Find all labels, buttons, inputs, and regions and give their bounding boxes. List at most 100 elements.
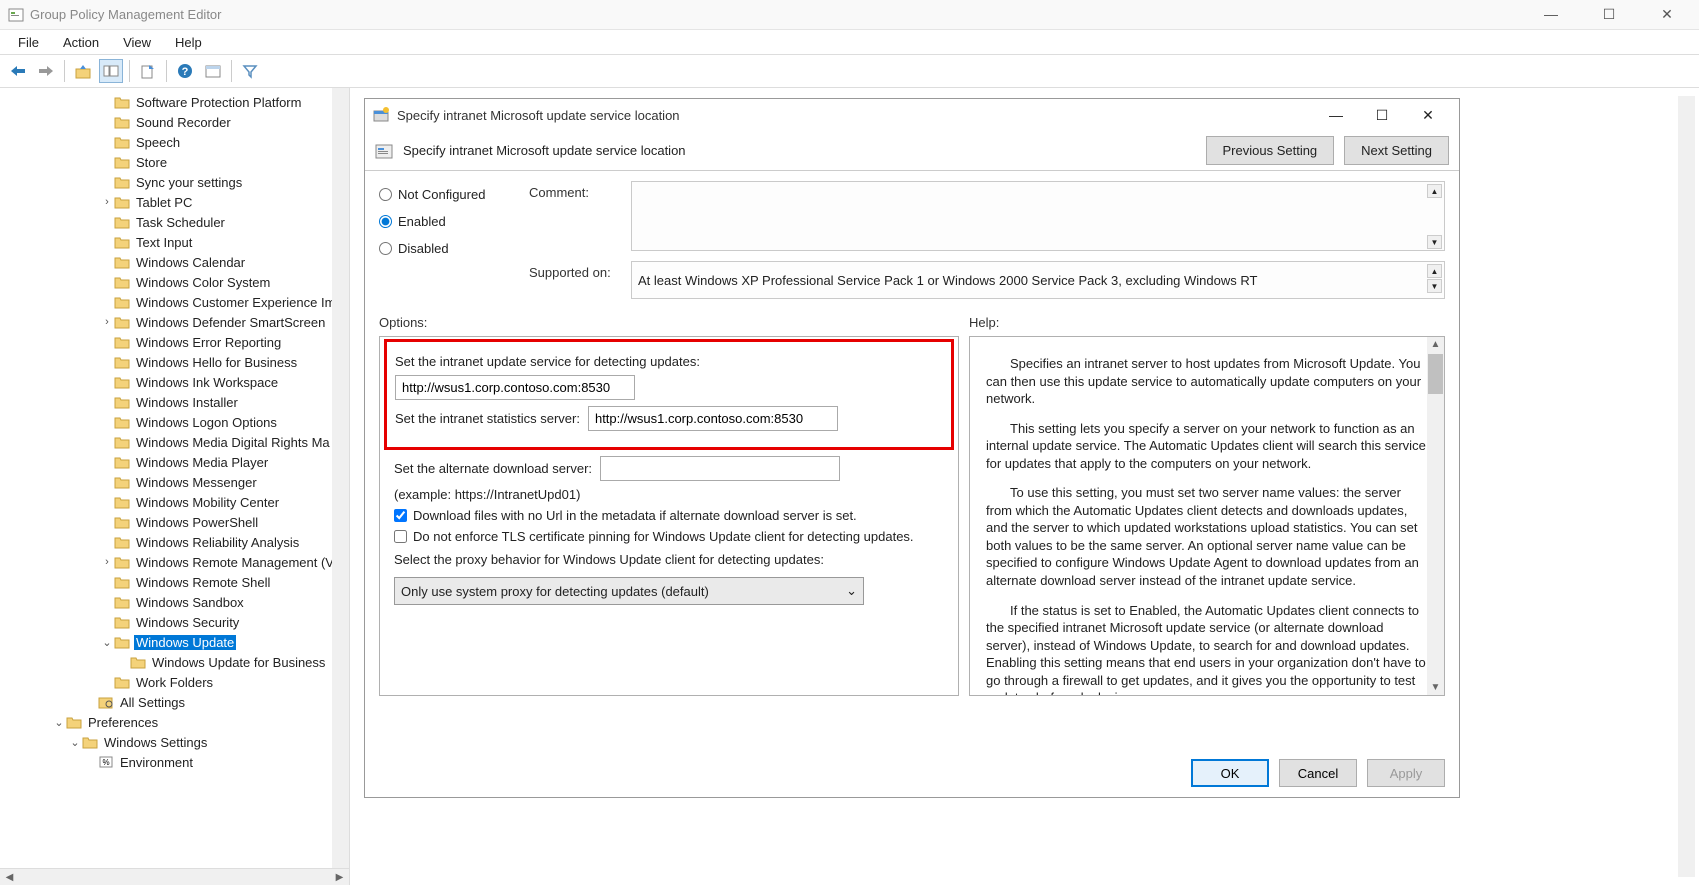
apply-button[interactable]: Apply (1367, 759, 1445, 787)
comment-scroll-up-icon[interactable]: ▲ (1427, 184, 1442, 198)
supported-scroll-down-icon[interactable]: ▼ (1427, 279, 1442, 293)
tree-item[interactable]: ›Tablet PC (4, 192, 349, 212)
comment-scroll-down-icon[interactable]: ▼ (1427, 235, 1442, 249)
detect-service-input[interactable] (395, 375, 635, 400)
tree-item-label: Windows Update (134, 635, 236, 650)
download-no-url-checkbox[interactable] (394, 509, 407, 522)
tree-item[interactable]: ⌄ Windows Update (4, 632, 349, 652)
radio-enabled[interactable]: Enabled (379, 214, 509, 229)
folder-icon (114, 315, 130, 329)
tree-item[interactable]: ›Windows Defender SmartScreen (4, 312, 349, 332)
tree-item[interactable]: Windows Messenger (4, 472, 349, 492)
scroll-up-icon[interactable]: ▲ (1428, 337, 1443, 352)
folder-icon (114, 355, 130, 369)
close-button[interactable]: ✕ (1647, 6, 1687, 23)
tree-item-label: Windows Media Digital Rights Ma (134, 435, 332, 450)
dialog-maximize-button[interactable]: ☐ (1359, 100, 1405, 130)
tree-item[interactable]: Windows Remote Shell (4, 572, 349, 592)
dialog-minimize-button[interactable]: — (1313, 100, 1359, 130)
tree-item[interactable]: Windows Media Player (4, 452, 349, 472)
tree-vertical-scrollbar[interactable] (332, 88, 349, 868)
comment-field[interactable]: ▲▼ (631, 181, 1445, 251)
tls-pinning-checkbox[interactable] (394, 530, 407, 543)
tree-item[interactable]: Windows Mobility Center (4, 492, 349, 512)
export-icon[interactable] (136, 59, 160, 83)
cancel-button[interactable]: Cancel (1279, 759, 1357, 787)
folder-icon (114, 515, 130, 529)
tree-item[interactable]: Text Input (4, 232, 349, 252)
tree-item[interactable]: Windows Color System (4, 272, 349, 292)
ok-button[interactable]: OK (1191, 759, 1269, 787)
tree-horizontal-scrollbar[interactable]: ◀ ▶ (0, 868, 349, 885)
previous-setting-button[interactable]: Previous Setting (1206, 136, 1335, 165)
tree-item[interactable]: ⌄Windows Settings (4, 732, 349, 752)
back-button[interactable] (6, 59, 30, 83)
scroll-thumb[interactable] (1428, 354, 1443, 394)
tree-item[interactable]: Store (4, 152, 349, 172)
tree-item[interactable]: Windows Security (4, 612, 349, 632)
menu-file[interactable]: File (8, 33, 49, 52)
help-paragraph: This setting lets you specify a server o… (986, 420, 1428, 473)
tree-item[interactable]: Task Scheduler (4, 212, 349, 232)
next-setting-button[interactable]: Next Setting (1344, 136, 1449, 165)
properties-icon[interactable] (201, 59, 225, 83)
tree-item-label: Text Input (134, 235, 194, 250)
tree-item[interactable]: All Settings (4, 692, 349, 712)
radio-not-configured[interactable]: Not Configured (379, 187, 509, 202)
collapse-icon[interactable]: ⌄ (68, 736, 82, 749)
scroll-left-icon[interactable]: ◀ (2, 870, 17, 885)
expand-icon[interactable]: › (100, 196, 114, 208)
content-vertical-scrollbar[interactable] (1678, 96, 1695, 877)
menu-view[interactable]: View (113, 33, 161, 52)
tree-item[interactable]: Windows Sandbox (4, 592, 349, 612)
tree-item[interactable]: Windows Reliability Analysis (4, 532, 349, 552)
tree-item[interactable]: %Environment (4, 752, 349, 772)
tree-item[interactable]: Windows Update for Business (4, 652, 349, 672)
tree-item[interactable]: Software Protection Platform (4, 92, 349, 112)
collapse-icon[interactable]: ⌄ (52, 716, 66, 729)
tree-item[interactable]: Sync your settings (4, 172, 349, 192)
tree-item[interactable]: Windows PowerShell (4, 512, 349, 532)
up-level-icon[interactable] (71, 59, 95, 83)
tree-item[interactable]: Windows Logon Options (4, 412, 349, 432)
tree[interactable]: Software Protection PlatformSound Record… (0, 88, 349, 867)
scroll-right-icon[interactable]: ▶ (332, 870, 347, 885)
minimize-button[interactable]: — (1531, 6, 1571, 23)
expand-icon[interactable]: › (100, 556, 114, 568)
alt-download-input[interactable] (600, 456, 840, 481)
tree-item[interactable]: Windows Customer Experience Im (4, 292, 349, 312)
scroll-down-icon[interactable]: ▼ (1428, 680, 1443, 695)
radio-disabled[interactable]: Disabled (379, 241, 509, 256)
folder-icon (114, 215, 130, 229)
maximize-button[interactable]: ☐ (1589, 6, 1629, 23)
menu-help[interactable]: Help (165, 33, 212, 52)
tree-item[interactable]: Speech (4, 132, 349, 152)
folder-icon (114, 175, 130, 189)
tree-item-label: Windows Customer Experience Im (134, 295, 337, 310)
show-hide-tree-icon[interactable] (99, 59, 123, 83)
forward-button[interactable] (34, 59, 58, 83)
window-title: Group Policy Management Editor (30, 7, 1531, 22)
tree-item[interactable]: Work Folders (4, 672, 349, 692)
supported-scroll-up-icon[interactable]: ▲ (1427, 264, 1442, 278)
tree-item[interactable]: ›Windows Remote Management (V (4, 552, 349, 572)
tree-item[interactable]: Windows Media Digital Rights Ma (4, 432, 349, 452)
tree-item[interactable]: Windows Installer (4, 392, 349, 412)
tree-item[interactable]: Sound Recorder (4, 112, 349, 132)
collapse-icon[interactable]: ⌄ (100, 636, 114, 649)
expand-icon[interactable]: › (100, 316, 114, 328)
tree-item[interactable]: ⌄Preferences (4, 712, 349, 732)
tree-item[interactable]: Windows Hello for Business (4, 352, 349, 372)
dialog-close-button[interactable]: ✕ (1405, 100, 1451, 130)
help-scrollbar[interactable]: ▲ ▼ (1427, 337, 1444, 695)
stats-server-input[interactable] (588, 406, 838, 431)
folder-icon (114, 255, 130, 269)
menu-action[interactable]: Action (53, 33, 109, 52)
tree-item[interactable]: Windows Ink Workspace (4, 372, 349, 392)
radio-enabled-label: Enabled (398, 214, 446, 229)
proxy-behavior-select[interactable]: Only use system proxy for detecting upda… (394, 577, 864, 605)
tree-item[interactable]: Windows Error Reporting (4, 332, 349, 352)
tree-item[interactable]: Windows Calendar (4, 252, 349, 272)
help-icon[interactable]: ? (173, 59, 197, 83)
filter-icon[interactable] (238, 59, 262, 83)
